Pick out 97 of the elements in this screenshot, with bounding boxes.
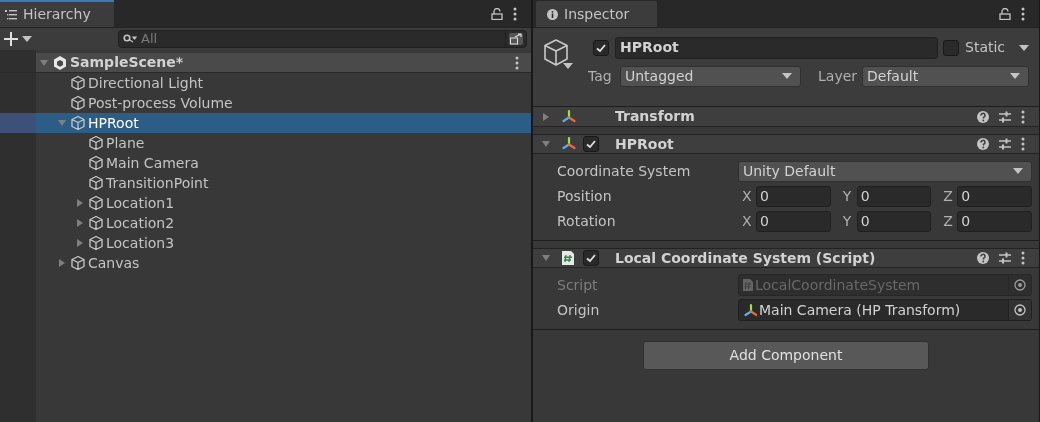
caret-icon	[563, 63, 573, 69]
caret-icon	[1010, 73, 1020, 79]
static-label: Static	[965, 38, 1006, 57]
number-field[interactable]: 0	[756, 185, 831, 207]
name-field[interactable]: HPRoot	[615, 36, 938, 59]
kebab-menu-icon[interactable]	[1021, 6, 1025, 21]
axes-icon	[561, 136, 577, 152]
lock-icon[interactable]	[491, 7, 503, 20]
caret-icon	[1019, 44, 1029, 51]
checkbox[interactable]	[943, 39, 959, 56]
layer-dropdown[interactable]: Default	[862, 65, 1029, 87]
field-label: Rotation	[557, 211, 617, 231]
expanded-arrow-icon[interactable]	[541, 139, 551, 149]
cube-icon	[88, 215, 104, 231]
caret-icon	[22, 36, 32, 42]
collapsed-arrow-icon[interactable]	[57, 258, 67, 268]
tag-label: Tag	[588, 66, 613, 86]
checkbox[interactable]	[593, 39, 609, 56]
axis-label: X	[741, 186, 753, 206]
scene-row[interactable]: SampleScene*	[0, 53, 531, 73]
object-picker-icon[interactable]	[1008, 300, 1031, 320]
tree-item[interactable]: Canvas	[0, 253, 531, 273]
plus-icon	[4, 32, 18, 46]
cube-icon	[70, 75, 86, 91]
sliders-icon[interactable]	[999, 110, 1011, 123]
help-icon[interactable]	[977, 138, 989, 150]
checkbox[interactable]	[583, 250, 599, 266]
panel-tab[interactable]: Inspector	[536, 1, 657, 27]
tree-item[interactable]: Location3	[0, 233, 531, 253]
sliders-icon[interactable]	[999, 252, 1011, 264]
number-field[interactable]: 0	[957, 185, 1032, 207]
axes-icon	[743, 303, 757, 317]
tree-item[interactable]: Main Camera	[0, 153, 531, 173]
script-icon	[561, 250, 575, 266]
checkbox[interactable]	[583, 136, 599, 152]
collapsed-arrow-icon[interactable]	[75, 198, 85, 208]
axis-label: Y	[841, 211, 853, 231]
collapsed-arrow-icon[interactable]	[541, 111, 551, 122]
number-field[interactable]: 0	[856, 210, 932, 232]
kebab-menu-icon[interactable]	[1021, 137, 1025, 151]
axis-label: Z	[942, 186, 954, 206]
tree-item[interactable]: Post-process Volume	[0, 93, 531, 113]
search-field[interactable]: All	[118, 30, 527, 48]
cube-icon	[88, 195, 104, 211]
tree-item[interactable]: Location2	[0, 213, 531, 233]
tree-item[interactable]: Directional Light	[0, 73, 531, 93]
scene-icon	[52, 54, 68, 71]
kebab-menu-icon[interactable]	[515, 55, 519, 70]
sliders-icon[interactable]	[999, 138, 1011, 150]
collapsed-arrow-icon[interactable]	[75, 218, 85, 228]
number-field[interactable]: 0	[856, 185, 932, 207]
component-header[interactable]: HPRoot	[533, 134, 1039, 154]
cube-icon	[70, 115, 86, 131]
number-field[interactable]: 0	[957, 210, 1032, 232]
axis-label: Y	[841, 186, 853, 206]
field-label: Origin	[557, 300, 601, 320]
layer-label: Layer	[818, 66, 858, 86]
tag-dropdown[interactable]: Untagged	[620, 65, 801, 87]
cube-icon	[70, 255, 86, 271]
axis-label: X	[741, 211, 753, 231]
tree-item[interactable]: Plane	[0, 133, 531, 153]
script-icon	[743, 279, 753, 291]
help-icon[interactable]	[977, 110, 989, 123]
cube-icon	[88, 135, 104, 151]
tree-item[interactable]: HPRoot	[0, 113, 531, 133]
list-icon	[5, 9, 17, 20]
cube-icon	[88, 175, 104, 191]
search-icon	[123, 34, 137, 44]
help-icon[interactable]	[977, 252, 989, 264]
add-component-button[interactable]: Add Component	[643, 341, 929, 370]
kebab-menu-icon[interactable]	[1021, 109, 1025, 124]
field-label: Position	[557, 186, 613, 206]
kebab-menu-icon[interactable]	[1021, 251, 1025, 265]
cube-icon	[542, 38, 570, 68]
dropdown[interactable]: Unity Default	[738, 160, 1032, 182]
axis-label: Z	[942, 211, 954, 231]
expanded-arrow-icon[interactable]	[541, 253, 551, 263]
field-label: Script	[557, 275, 599, 295]
axes-icon	[561, 108, 577, 125]
cube-icon	[70, 95, 86, 111]
maximize-icon[interactable]	[505, 31, 526, 47]
kebab-menu-icon[interactable]	[513, 6, 517, 21]
caret-icon	[1013, 168, 1023, 174]
component-header[interactable]: Transform	[533, 107, 1039, 127]
panel-tab[interactable]: Hierarchy	[0, 0, 114, 27]
lock-icon[interactable]	[999, 7, 1011, 20]
tree-item[interactable]: Location1	[0, 193, 531, 213]
cube-icon	[88, 235, 104, 251]
object-field[interactable]: Main Camera (HP Transform)	[738, 299, 1032, 321]
number-field[interactable]: 0	[756, 210, 831, 232]
cube-icon	[88, 155, 104, 171]
component-header[interactable]: Local Coordinate System (Script)	[533, 248, 1039, 268]
collapsed-arrow-icon[interactable]	[75, 238, 85, 248]
caret-icon	[782, 73, 792, 79]
tree-item[interactable]: TransitionPoint	[0, 173, 531, 193]
info-icon	[547, 8, 558, 20]
field-label: Coordinate System	[557, 161, 692, 181]
